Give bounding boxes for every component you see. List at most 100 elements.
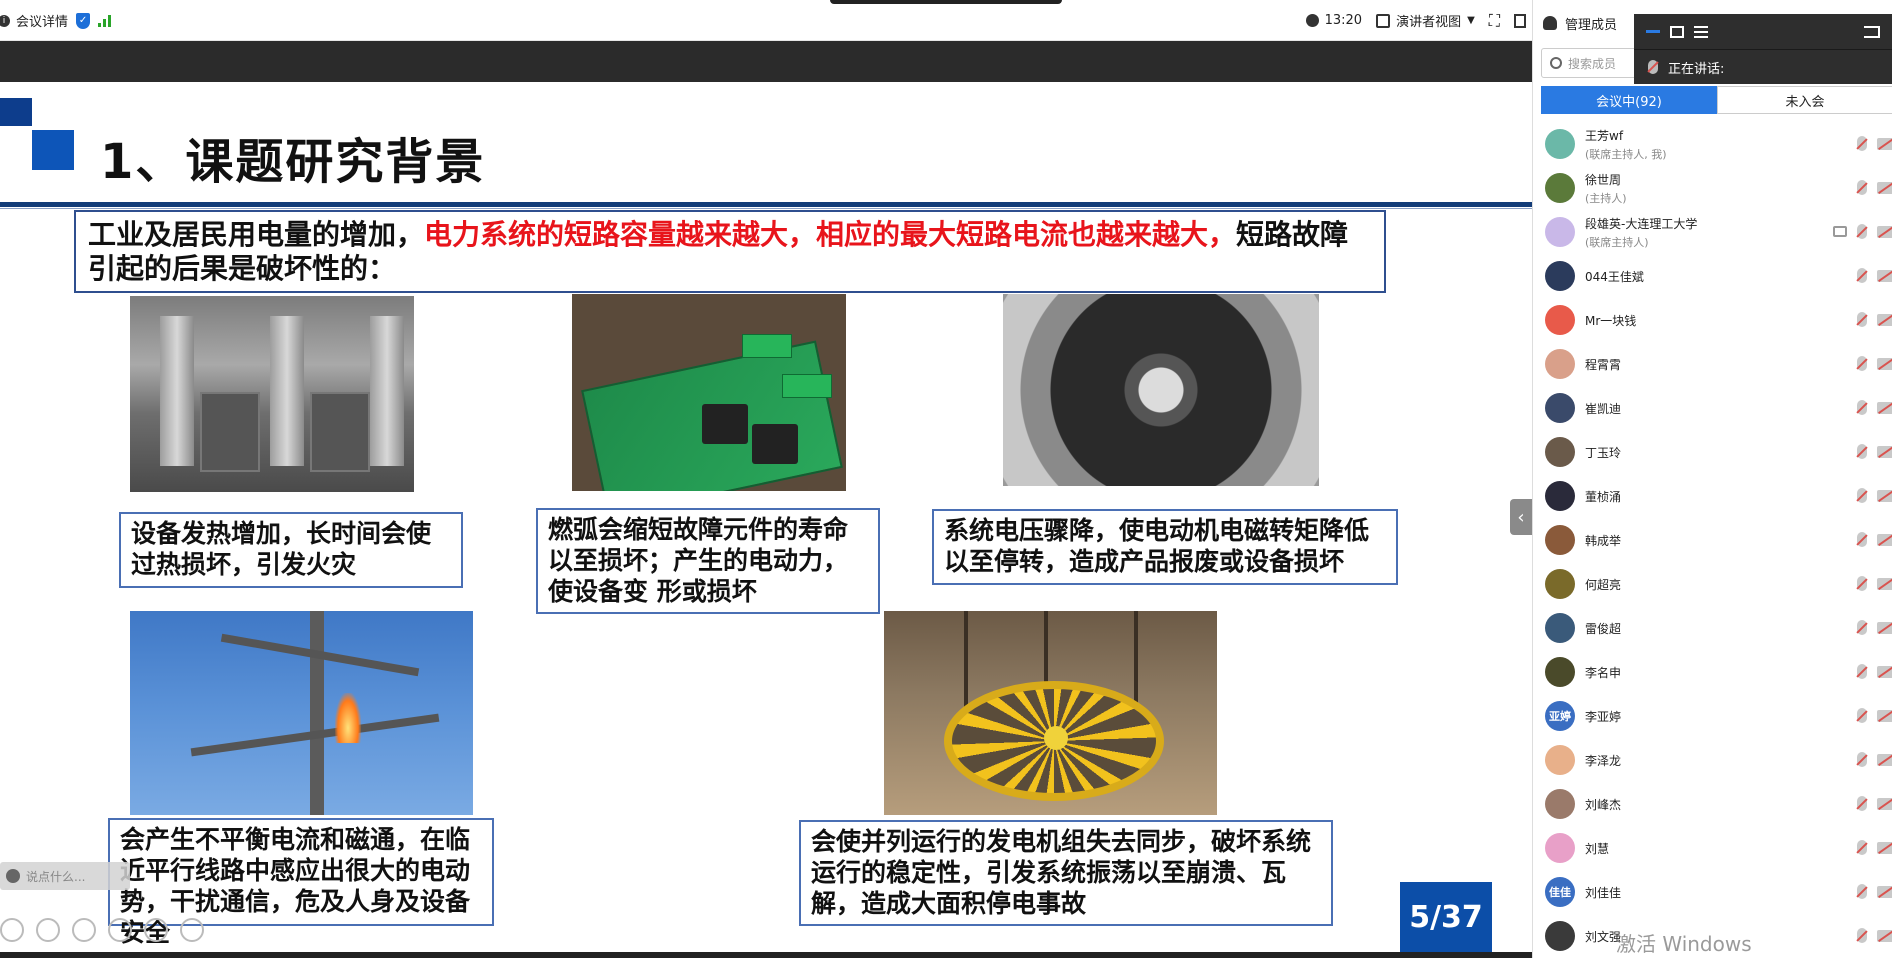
window-icon[interactable]	[1670, 25, 1684, 38]
mic-muted-icon[interactable]	[1857, 136, 1867, 151]
person-icon	[1543, 16, 1557, 30]
mic-muted-icon[interactable]	[1857, 532, 1867, 547]
burning-pole-photo	[130, 611, 473, 815]
avatar	[1545, 657, 1575, 687]
mic-muted-icon[interactable]	[1857, 708, 1867, 723]
camera-off-icon[interactable]	[1877, 490, 1892, 502]
menu-icon[interactable]	[1694, 25, 1708, 38]
caption-arc: 燃弧会缩短故障元件的寿命以至损坏；产生的电动力，使设备变 形或损坏	[536, 508, 880, 614]
exit-icon[interactable]	[1864, 25, 1880, 38]
member-row[interactable]: 李名申	[1533, 650, 1892, 694]
laser-icon[interactable]	[144, 918, 168, 942]
mic-muted-icon[interactable]	[1857, 796, 1867, 811]
mic-muted-icon[interactable]	[1857, 576, 1867, 591]
member-name: 雷俊超	[1585, 621, 1622, 636]
camera-off-icon[interactable]	[1877, 842, 1892, 854]
member-name: 崔凯迪	[1585, 401, 1622, 416]
member-row[interactable]: 徐世周 (主持人)	[1533, 166, 1892, 210]
camera-off-icon[interactable]	[1877, 666, 1892, 678]
member-row[interactable]: 崔凯迪	[1533, 386, 1892, 430]
camera-off-icon[interactable]	[1877, 358, 1892, 370]
mic-muted-icon[interactable]	[1857, 620, 1867, 635]
more-icon[interactable]	[180, 918, 204, 942]
member-controls	[1857, 180, 1892, 195]
layout-icon[interactable]	[1514, 13, 1526, 28]
camera-off-icon[interactable]	[1877, 930, 1892, 942]
member-controls	[1857, 708, 1892, 723]
avatar	[1545, 129, 1575, 159]
member-row[interactable]: 韩成举	[1533, 518, 1892, 562]
camera-off-icon[interactable]	[1877, 226, 1892, 238]
emoji-icon[interactable]	[6, 869, 20, 883]
camera-off-icon[interactable]	[1877, 314, 1892, 326]
mic-muted-icon[interactable]	[1857, 752, 1867, 767]
mic-muted-icon[interactable]	[1857, 664, 1867, 679]
signal-icon[interactable]	[98, 14, 112, 27]
slide-title: 1、课题研究背景	[100, 134, 486, 190]
member-row[interactable]: 程霄霄	[1533, 342, 1892, 386]
member-row[interactable]: 丁玉玲	[1533, 430, 1892, 474]
play-icon[interactable]	[36, 918, 60, 942]
meeting-details-button[interactable]: i 会议详情	[0, 11, 68, 30]
camera-off-icon[interactable]	[1877, 534, 1892, 546]
member-row[interactable]: 刘峰杰	[1533, 782, 1892, 826]
camera-off-icon[interactable]	[1877, 446, 1892, 458]
camera-off-icon[interactable]	[1877, 710, 1892, 722]
camera-off-icon[interactable]	[1877, 182, 1892, 194]
mic-muted-icon[interactable]	[1857, 268, 1867, 283]
member-info: 崔凯迪	[1585, 400, 1621, 417]
mic-muted-icon[interactable]	[1857, 928, 1867, 943]
member-controls	[1857, 532, 1892, 547]
member-row[interactable]: 董桢涌	[1533, 474, 1892, 518]
collapse-panel-button[interactable]: ‹	[1510, 499, 1532, 535]
camera-off-icon[interactable]	[1877, 886, 1892, 898]
mic-muted-icon[interactable]	[1857, 840, 1867, 855]
member-name: 王芳wf	[1585, 128, 1624, 143]
camera-off-icon[interactable]	[1877, 798, 1892, 810]
mic-muted-icon[interactable]	[1857, 488, 1867, 503]
member-row[interactable]: 044王佳斌	[1533, 254, 1892, 298]
chat-input[interactable]: 说点什么...	[0, 862, 130, 890]
member-row[interactable]: 亚婷 李亚婷	[1533, 694, 1892, 738]
circuit-board-photo	[572, 294, 846, 491]
members-panel-title: 管理成员	[1565, 17, 1618, 33]
member-row[interactable]: Mr一块钱	[1533, 298, 1892, 342]
member-controls	[1857, 576, 1892, 591]
mic-muted-icon[interactable]	[1857, 356, 1867, 371]
member-row[interactable]: 雷俊超	[1533, 606, 1892, 650]
mic-muted-icon[interactable]	[1857, 444, 1867, 459]
avatar	[1545, 613, 1575, 643]
minimize-icon[interactable]	[1646, 30, 1660, 33]
member-row[interactable]: 王芳wf (联席主持人, 我)	[1533, 122, 1892, 166]
presenter-view-button[interactable]: 演讲者视图 ▼	[1376, 11, 1475, 30]
member-name: 李亚婷	[1585, 709, 1622, 724]
member-row[interactable]: 何超亮	[1533, 562, 1892, 606]
member-info: 丁玉玲	[1585, 444, 1621, 461]
pen-icon[interactable]	[72, 918, 96, 942]
tab-not-joined[interactable]: 未入会	[1717, 86, 1892, 114]
member-row[interactable]: 刘慧	[1533, 826, 1892, 870]
member-row[interactable]: 段雄英-大连理工大学 (联席主持人)	[1533, 210, 1892, 254]
camera-off-icon[interactable]	[1877, 270, 1892, 282]
mic-muted-icon[interactable]	[1857, 224, 1867, 239]
prev-icon[interactable]	[0, 918, 24, 942]
avatar	[1545, 789, 1575, 819]
tab-in-meeting[interactable]: 会议中(92)	[1541, 86, 1717, 114]
fullscreen-icon[interactable]: ⛶	[1489, 11, 1500, 31]
camera-off-icon[interactable]	[1877, 578, 1892, 590]
eraser-icon[interactable]	[108, 918, 132, 942]
mic-muted-icon[interactable]	[1857, 400, 1867, 415]
mic-muted-icon[interactable]	[1857, 312, 1867, 327]
member-info: 李名申	[1585, 664, 1621, 681]
member-row[interactable]: 李泽龙	[1533, 738, 1892, 782]
camera-off-icon[interactable]	[1877, 622, 1892, 634]
camera-off-icon[interactable]	[1877, 138, 1892, 150]
camera-off-icon[interactable]	[1877, 754, 1892, 766]
mic-muted-icon[interactable]	[1857, 884, 1867, 899]
member-list: 王芳wf (联席主持人, 我) 徐世周 (主持人) 段雄英-大连理工大学 (联席主持人) 0…	[1533, 122, 1892, 958]
camera-off-icon[interactable]	[1877, 402, 1892, 414]
member-row[interactable]: 佳佳 刘佳佳	[1533, 870, 1892, 914]
mic-muted-icon[interactable]	[1857, 180, 1867, 195]
shield-icon[interactable]: ✓	[76, 12, 91, 29]
caption-voltage-drop: 系统电压骤降，使电动机电磁转矩降低以至停转，造成产品报废或设备损坏	[932, 509, 1398, 585]
